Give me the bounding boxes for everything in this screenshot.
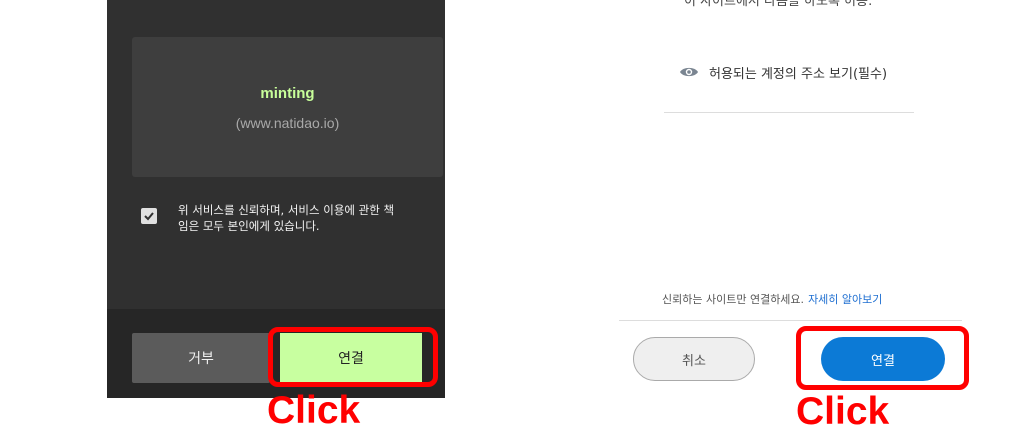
highlight-box-right [796, 326, 969, 390]
highlight-box-left [268, 327, 438, 387]
reject-button[interactable]: 거부 [132, 333, 270, 383]
trust-notice: 신뢰하는 사이트만 연결하세요. 자세히 알아보기 [662, 291, 882, 307]
consent-line-2: 임은 모두 본인에게 있습니다. [178, 219, 320, 233]
consent-line-1: 위 서비스를 신뢰하며, 서비스 이용에 관한 책 [178, 203, 395, 217]
site-info-card: minting (www.natidao.io) [132, 37, 443, 177]
eye-icon [680, 67, 698, 77]
consent-text: 위 서비스를 신뢰하며, 서비스 이용에 관한 책 임은 모두 본인에게 있습니… [178, 202, 428, 234]
click-annotation-right: Click [796, 390, 890, 433]
learn-more-link[interactable]: 자세히 알아보기 [808, 293, 882, 306]
site-url: (www.natidao.io) [235, 115, 340, 131]
site-name: minting [260, 85, 315, 102]
permission-heading: 이 사이트에서 다음을 하도록 허용: [684, 0, 873, 9]
checkmark-icon [144, 212, 154, 221]
divider-top [664, 112, 914, 113]
click-annotation-left: Click [267, 389, 361, 432]
trust-text: 신뢰하는 사이트만 연결하세요. [662, 293, 805, 306]
divider-bottom [619, 320, 962, 321]
consent-checkbox[interactable] [141, 208, 157, 224]
cancel-button[interactable]: 취소 [633, 337, 755, 381]
permission-text: 허용되는 계정의 주소 보기(필수) [709, 66, 888, 82]
permission-row: 허용되는 계정의 주소 보기(필수) [679, 62, 887, 82]
